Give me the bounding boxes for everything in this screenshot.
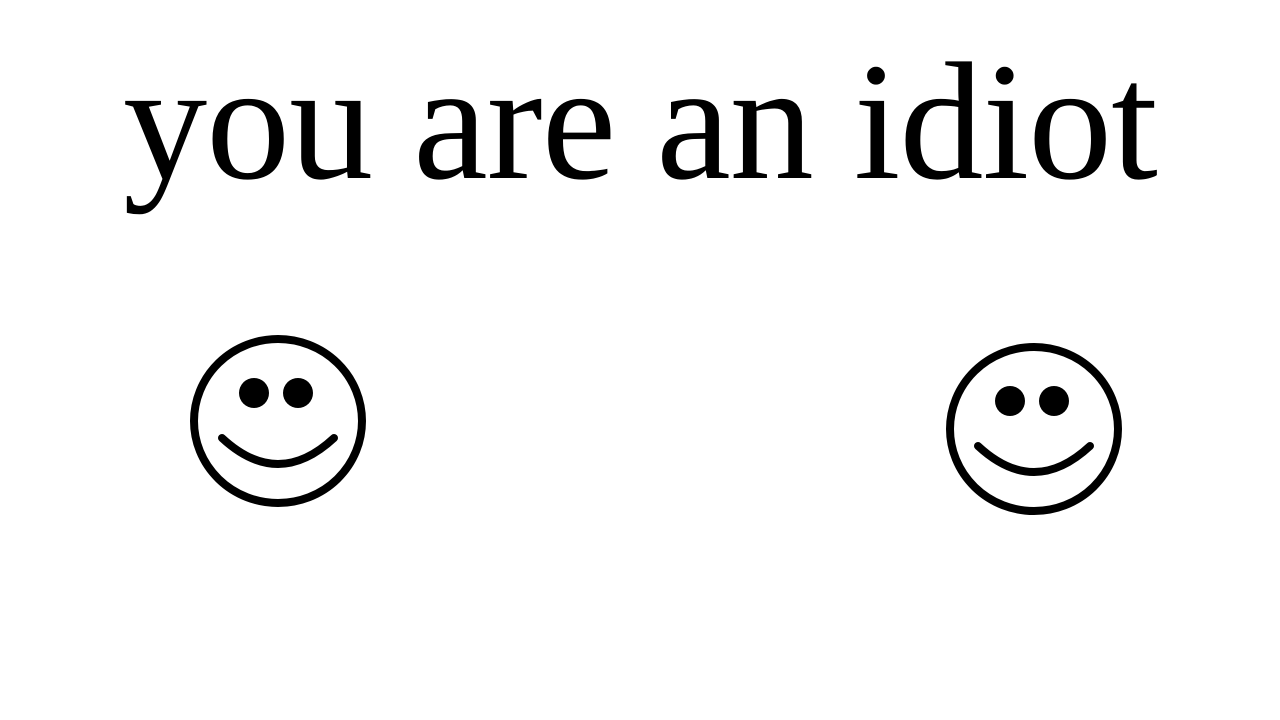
smiley-face-icon [190,335,366,507]
headline-text: you are an idiot [123,29,1158,215]
left-eye [995,386,1025,416]
smiley-face-icon-left [188,334,368,508]
smile-mouth [974,442,1094,476]
page: you are an idiot [0,0,1280,720]
right-eye [283,378,313,408]
right-eye [1039,386,1069,416]
left-eye [239,378,269,408]
smiley-face-icon [946,343,1122,515]
face-outline [190,335,366,507]
smiley-face-icon-right [944,342,1124,516]
smile-mouth [218,434,338,468]
face-outline [946,343,1122,515]
